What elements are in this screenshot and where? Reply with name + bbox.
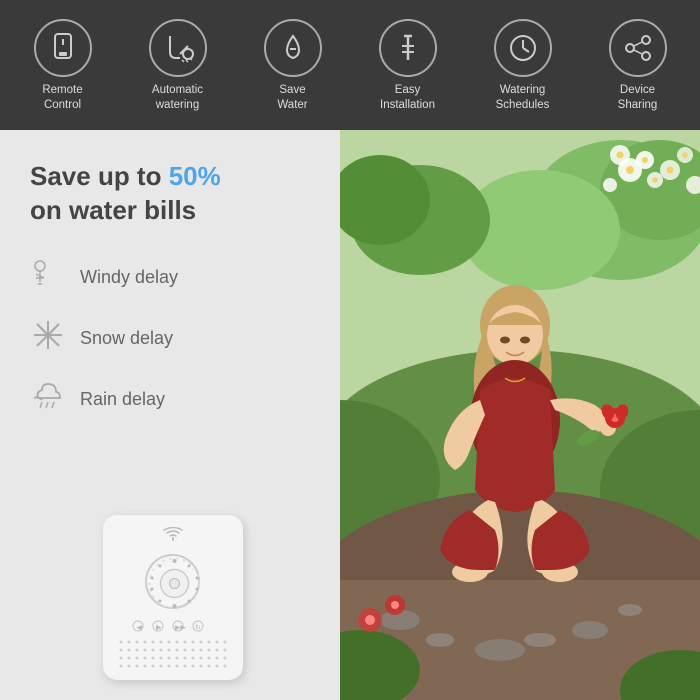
garden-photo xyxy=(340,130,700,700)
snow-icon xyxy=(30,317,66,360)
device-container: ◀ ▶ ▶▶ ↻ xyxy=(30,515,315,680)
watering-schedules-icon xyxy=(494,19,552,77)
windy-delay-text: Windy delay xyxy=(80,267,178,288)
snow-delay-text: Snow delay xyxy=(80,328,173,349)
rain-icon xyxy=(30,378,66,421)
left-panel: Save up to 50% on water bills Windy dela… xyxy=(0,130,340,700)
windy-icon xyxy=(30,256,66,299)
save-water-icon xyxy=(264,19,322,77)
device-sharing-label: DeviceSharing xyxy=(618,83,658,113)
remote-control-label: RemoteControl xyxy=(42,83,82,113)
svg-text:▶: ▶ xyxy=(156,625,162,632)
feature-item-device-sharing: DeviceSharing xyxy=(588,19,688,113)
feature-item-watering-schedules: WateringSchedules xyxy=(473,19,573,113)
feature-item-save-water: SaveWater xyxy=(243,19,343,113)
top-bar: RemoteControl Automaticwatering SaveWater E… xyxy=(0,0,700,130)
wifi-icon xyxy=(163,527,183,546)
automatic-watering-icon xyxy=(149,19,207,77)
main-area: Save up to 50% on water bills Windy dela… xyxy=(0,130,700,700)
right-panel xyxy=(340,130,700,700)
save-water-label: SaveWater xyxy=(277,83,307,113)
delay-list: Windy delay Snow delay xyxy=(30,256,315,421)
watering-schedules-label: WateringSchedules xyxy=(496,83,550,113)
device-controls: ◀ ▶ ▶▶ ↻ xyxy=(128,619,218,633)
feature-item-remote-control: RemoteControl xyxy=(13,19,113,113)
feature-item-automatic-watering: Automaticwatering xyxy=(128,19,228,113)
device-dots-pattern xyxy=(118,639,228,669)
windy-delay-item: Windy delay xyxy=(30,256,315,299)
device-sharing-icon xyxy=(609,19,667,77)
svg-text:▶▶: ▶▶ xyxy=(175,625,186,632)
easy-installation-icon xyxy=(379,19,437,77)
rain-delay-text: Rain delay xyxy=(80,389,165,410)
save-heading: Save up to 50% on water bills xyxy=(30,160,315,228)
automatic-watering-label: Automaticwatering xyxy=(152,83,203,113)
snow-delay-item: Snow delay xyxy=(30,317,315,360)
svg-text:◀: ◀ xyxy=(136,625,142,632)
remote-control-icon xyxy=(34,19,92,77)
svg-text:↻: ↻ xyxy=(195,625,201,632)
easy-installation-label: EasyInstallation xyxy=(380,83,435,113)
highlight-percentage: 50% xyxy=(169,161,221,191)
feature-item-easy-installation: EasyInstallation xyxy=(358,19,458,113)
device-box: ◀ ▶ ▶▶ ↻ xyxy=(103,515,243,680)
rain-delay-item: Rain delay xyxy=(30,378,315,421)
device-dial xyxy=(145,554,200,609)
